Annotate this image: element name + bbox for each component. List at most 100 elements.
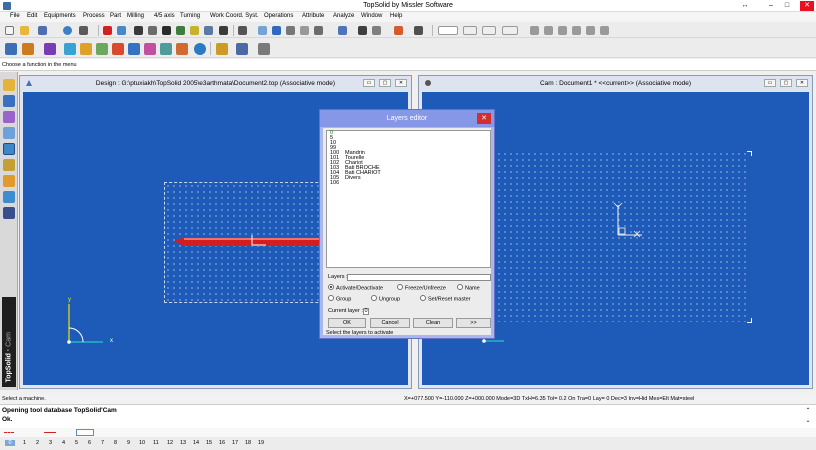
page-tab[interactable]: 18 <box>245 440 251 446</box>
machining-icon[interactable] <box>3 159 15 171</box>
drill-icon[interactable] <box>80 43 92 55</box>
dialog-close-button[interactable]: ✕ <box>477 113 491 124</box>
cam-minimize-button[interactable]: ▭ <box>764 79 776 87</box>
visibility-icon[interactable] <box>219 26 228 35</box>
radio-activate-deactivate[interactable]: Activate/Deactivate <box>328 284 383 291</box>
filter-icon[interactable] <box>314 26 323 35</box>
minimize-button[interactable]: – <box>764 1 778 11</box>
cam-maximize-button[interactable]: ▢ <box>780 79 792 87</box>
verify-icon[interactable] <box>194 43 206 55</box>
machine-icon[interactable] <box>5 43 17 55</box>
layers-icon[interactable] <box>176 26 185 35</box>
robot-icon[interactable] <box>3 191 15 203</box>
ok-button[interactable]: OK <box>328 318 366 328</box>
layer-list[interactable]: 0 5 10 99 100 Mandrin 101 Tourelle 102 Char… <box>326 130 491 268</box>
hatch-selector[interactable] <box>502 26 518 35</box>
menu-edit[interactable]: Edit <box>27 13 37 19</box>
link-icon[interactable] <box>272 26 281 35</box>
tool-icon[interactable] <box>64 43 76 55</box>
fit-view-icon[interactable] <box>358 26 367 35</box>
new-file-icon[interactable] <box>5 26 14 35</box>
design-window-header[interactable]: Design : G:\ptuxiakh\TopSolid 2005\e3art… <box>20 76 411 91</box>
delete-icon[interactable] <box>103 26 112 35</box>
page-tab[interactable]: 6 <box>88 440 91 446</box>
turning-icon[interactable] <box>96 43 108 55</box>
page-tab[interactable]: 13 <box>180 440 186 446</box>
open-folder-icon[interactable] <box>20 26 29 35</box>
stock-icon[interactable] <box>22 43 34 55</box>
menu-file[interactable]: File <box>10 13 20 19</box>
view-orientation-icon[interactable] <box>372 26 381 35</box>
page-tab[interactable]: 9 <box>127 440 130 446</box>
page-tab[interactable]: 17 <box>232 440 238 446</box>
menu-turning[interactable]: Turning <box>180 13 200 19</box>
style-preview[interactable] <box>76 429 94 436</box>
layers-editor-dialog[interactable]: Layers editor ✕ 0 5 10 99 100 Mandrin 101… <box>319 109 495 339</box>
shading-icon[interactable] <box>204 26 213 35</box>
layer-freeze-icon[interactable] <box>572 26 581 35</box>
lathe-icon[interactable] <box>3 175 15 187</box>
cancel-button[interactable]: Cancel <box>370 318 410 328</box>
page-tab[interactable]: 3 <box>49 440 52 446</box>
page-tab[interactable]: 15 <box>206 440 212 446</box>
scroll-down-icon[interactable]: ⌄ <box>804 417 812 425</box>
cam-close-button[interactable]: ✕ <box>796 79 808 87</box>
measure-icon[interactable] <box>134 26 143 35</box>
menu-analyze[interactable]: Analyze <box>333 13 354 19</box>
undo-icon[interactable] <box>117 26 126 35</box>
menu-process[interactable]: Process <box>83 13 105 19</box>
style-icon[interactable] <box>414 26 423 35</box>
page-tab[interactable]: 14 <box>193 440 199 446</box>
scroll-up-icon[interactable]: ⌃ <box>804 407 812 415</box>
page-tab[interactable]: 0 <box>5 440 15 446</box>
surface-icon[interactable] <box>160 43 172 55</box>
layer-row[interactable]: 106 <box>327 180 490 186</box>
pocket-icon[interactable] <box>144 43 156 55</box>
menu-operations[interactable]: Operations <box>264 13 293 19</box>
assembly-icon[interactable] <box>3 127 15 139</box>
menu-attribute[interactable]: Attribute <box>302 13 324 19</box>
layer-table-icon[interactable] <box>558 26 567 35</box>
page-tab[interactable]: 7 <box>101 440 104 446</box>
simulation-icon[interactable] <box>176 43 188 55</box>
documentation-icon[interactable] <box>216 43 228 55</box>
select-icon[interactable] <box>238 26 247 35</box>
radio-ungroup[interactable]: Ungroup <box>371 295 400 302</box>
menu-part[interactable]: Part <box>110 13 121 19</box>
current-layer-input[interactable]: 0 <box>363 308 369 315</box>
zoom-window-icon[interactable] <box>148 26 157 35</box>
page-tab[interactable]: 12 <box>167 440 173 446</box>
dashed-line-swatch[interactable] <box>4 432 14 433</box>
layers-input[interactable] <box>347 274 491 281</box>
page-tab[interactable]: 4 <box>62 440 65 446</box>
page-tab[interactable]: 2 <box>36 440 39 446</box>
maximize-button[interactable]: □ <box>780 1 794 11</box>
cube-icon[interactable] <box>3 95 15 107</box>
page-tab[interactable]: 5 <box>75 440 78 446</box>
layer-grid-icon[interactable] <box>530 26 539 35</box>
save-icon[interactable] <box>38 26 47 35</box>
page-tab[interactable]: 11 <box>153 440 159 446</box>
page-tab[interactable]: 19 <box>258 440 264 446</box>
radio-group[interactable]: Group <box>328 295 351 302</box>
page-tab[interactable]: 8 <box>114 440 117 446</box>
menu-equipments[interactable]: Equipments <box>44 13 76 19</box>
setup-sheet-icon[interactable] <box>236 43 248 55</box>
color-selector[interactable] <box>438 26 458 35</box>
pencil-icon[interactable] <box>3 79 15 91</box>
more-button[interactable]: >> <box>456 318 491 328</box>
pointer-icon[interactable] <box>190 26 199 35</box>
menu-work-coord-syst[interactable]: Work Coord. Syst. <box>210 13 259 19</box>
milling-icon[interactable] <box>112 43 124 55</box>
layer-list-icon[interactable] <box>544 26 553 35</box>
layer-clean-icon[interactable] <box>600 26 609 35</box>
clean-button[interactable]: Clean <box>413 318 453 328</box>
menu-help[interactable]: Help <box>390 13 402 19</box>
page-tab[interactable]: 1 <box>23 440 26 446</box>
design-maximize-button[interactable]: ▢ <box>379 79 391 87</box>
menu-milling[interactable]: Milling <box>127 13 144 19</box>
print-icon[interactable] <box>79 26 88 35</box>
menu-4-5-axis[interactable]: 4/5 axis <box>154 13 175 19</box>
design-close-button[interactable]: ✕ <box>395 79 407 87</box>
menu-window[interactable]: Window <box>361 13 382 19</box>
